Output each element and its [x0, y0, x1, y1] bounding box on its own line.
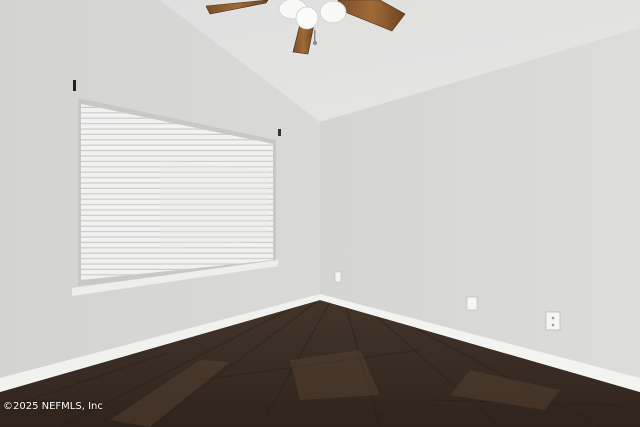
outlet-center — [466, 296, 478, 311]
photo-watermark: ©2025 NEFMLS, Inc — [3, 401, 103, 412]
fan-pull-chain — [314, 30, 316, 42]
outlet-right — [545, 311, 561, 331]
room-photo: ©2025 NEFMLS, Inc — [0, 0, 640, 427]
fan-light-center — [295, 6, 319, 30]
fan-light-right — [319, 0, 347, 24]
curtain-hook-left — [73, 80, 76, 91]
outlet-left — [334, 271, 342, 283]
curtain-hook-right — [278, 129, 281, 136]
